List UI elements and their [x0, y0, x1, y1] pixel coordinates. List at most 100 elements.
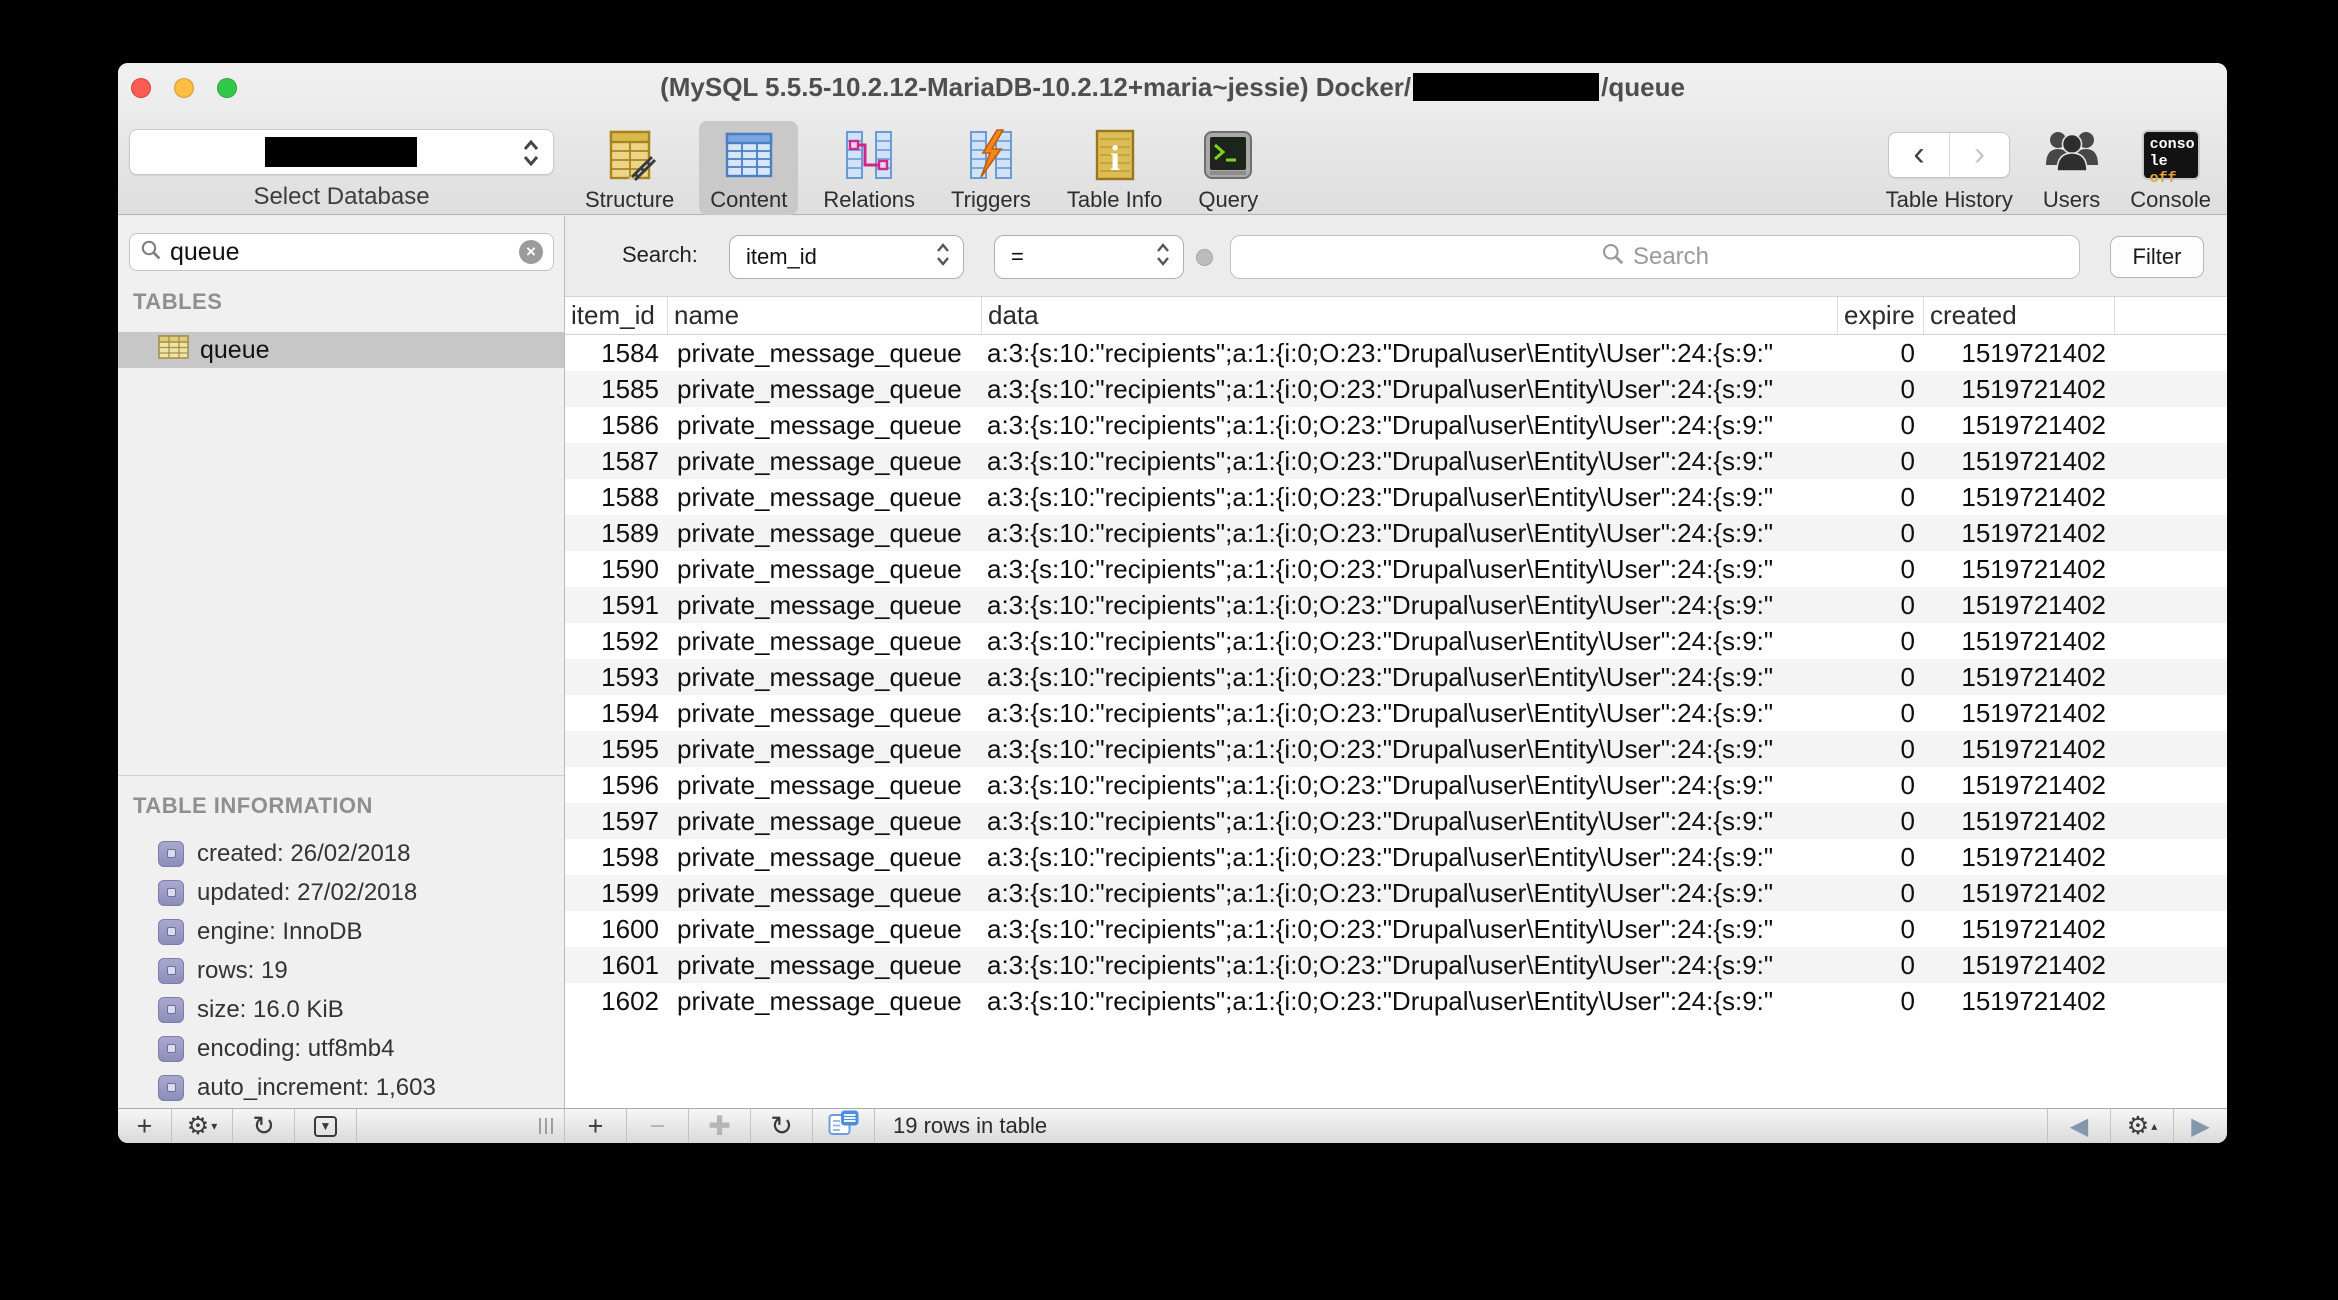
cell-created[interactable]: 1519721402	[1924, 443, 2115, 479]
export-button[interactable]: ▼	[295, 1109, 357, 1143]
cell-created[interactable]: 1519721402	[1924, 587, 2115, 623]
cell-expire[interactable]: 0	[1838, 947, 1924, 983]
cell-created[interactable]: 1519721402	[1924, 911, 2115, 947]
cell-item_id[interactable]: 1589	[565, 515, 668, 551]
cell-expire[interactable]: 0	[1838, 479, 1924, 515]
cell-expire[interactable]: 0	[1838, 587, 1924, 623]
cell-expire[interactable]: 0	[1838, 443, 1924, 479]
cell-name[interactable]: private_message_queue	[668, 551, 982, 587]
refresh-tables-button[interactable]: ↻	[233, 1109, 295, 1143]
table-row[interactable]: 1600private_message_queuea:3:{s:10:"reci…	[565, 911, 2227, 947]
cell-item_id[interactable]: 1600	[565, 911, 668, 947]
cell-item_id[interactable]: 1591	[565, 587, 668, 623]
table-row[interactable]: 1601private_message_queuea:3:{s:10:"reci…	[565, 947, 2227, 983]
filter-operator-select[interactable]: =	[994, 235, 1184, 279]
column-header-expire[interactable]: expire	[1838, 297, 1924, 334]
column-header-item_id[interactable]: item_id	[565, 297, 668, 334]
cell-created[interactable]: 1519721402	[1924, 407, 2115, 443]
cell-data[interactable]: a:3:{s:10:"recipients";a:1:{i:0;O:23:"Dr…	[982, 731, 1838, 767]
cell-item_id[interactable]: 1585	[565, 371, 668, 407]
table-filter-field[interactable]: ×	[129, 233, 554, 271]
cell-name[interactable]: private_message_queue	[668, 875, 982, 911]
cell-expire[interactable]: 0	[1838, 911, 1924, 947]
table-row[interactable]: 1596private_message_queuea:3:{s:10:"reci…	[565, 767, 2227, 803]
toolbar-view-query[interactable]: Query	[1187, 121, 1269, 215]
cell-data[interactable]: a:3:{s:10:"recipients";a:1:{i:0;O:23:"Dr…	[982, 947, 1838, 983]
cell-expire[interactable]: 0	[1838, 983, 1924, 1019]
cell-expire[interactable]: 0	[1838, 767, 1924, 803]
cell-name[interactable]: private_message_queue	[668, 407, 982, 443]
cell-created[interactable]: 1519721402	[1924, 947, 2115, 983]
cell-expire[interactable]: 0	[1838, 803, 1924, 839]
refresh-content-button[interactable]: ↻	[751, 1109, 813, 1143]
table-row[interactable]: 1597private_message_queuea:3:{s:10:"reci…	[565, 803, 2227, 839]
cell-data[interactable]: a:3:{s:10:"recipients";a:1:{i:0;O:23:"Dr…	[982, 911, 1838, 947]
cell-created[interactable]: 1519721402	[1924, 371, 2115, 407]
cell-created[interactable]: 1519721402	[1924, 551, 2115, 587]
table-filter-input[interactable]	[170, 238, 519, 267]
table-row[interactable]: 1584private_message_queuea:3:{s:10:"reci…	[565, 335, 2227, 371]
cell-created[interactable]: 1519721402	[1924, 767, 2115, 803]
cell-name[interactable]: private_message_queue	[668, 371, 982, 407]
history-back-button[interactable]: ‹	[1889, 133, 1950, 177]
table-row[interactable]: 1599private_message_queuea:3:{s:10:"reci…	[565, 875, 2227, 911]
cell-created[interactable]: 1519721402	[1924, 839, 2115, 875]
add-table-button[interactable]: +	[118, 1109, 172, 1143]
cell-item_id[interactable]: 1586	[565, 407, 668, 443]
cell-data[interactable]: a:3:{s:10:"recipients";a:1:{i:0;O:23:"Dr…	[982, 407, 1838, 443]
cell-name[interactable]: private_message_queue	[668, 659, 982, 695]
table-actions-gear-button[interactable]: ⚙▾	[172, 1109, 233, 1143]
toolbar-view-structure[interactable]: Structure	[574, 121, 685, 215]
pagination-gear-button[interactable]: ⚙▴	[2111, 1109, 2174, 1143]
toolbar-view-relations[interactable]: Relations	[812, 121, 926, 215]
clear-search-icon[interactable]: ×	[519, 240, 543, 264]
table-row[interactable]: 1595private_message_queuea:3:{s:10:"reci…	[565, 731, 2227, 767]
table-row[interactable]: 1592private_message_queuea:3:{s:10:"reci…	[565, 623, 2227, 659]
cell-data[interactable]: a:3:{s:10:"recipients";a:1:{i:0;O:23:"Dr…	[982, 587, 1838, 623]
cell-name[interactable]: private_message_queue	[668, 731, 982, 767]
cell-data[interactable]: a:3:{s:10:"recipients";a:1:{i:0;O:23:"Dr…	[982, 875, 1838, 911]
cell-name[interactable]: private_message_queue	[668, 587, 982, 623]
table-row[interactable]: 1598private_message_queuea:3:{s:10:"reci…	[565, 839, 2227, 875]
cell-created[interactable]: 1519721402	[1924, 875, 2115, 911]
cell-item_id[interactable]: 1601	[565, 947, 668, 983]
cell-created[interactable]: 1519721402	[1924, 983, 2115, 1019]
toolbar-view-table-info[interactable]: iTable Info	[1056, 121, 1173, 215]
cell-data[interactable]: a:3:{s:10:"recipients";a:1:{i:0;O:23:"Dr…	[982, 479, 1838, 515]
toolbar-view-triggers[interactable]: Triggers	[940, 121, 1042, 215]
cell-item_id[interactable]: 1592	[565, 623, 668, 659]
cell-name[interactable]: private_message_queue	[668, 479, 982, 515]
cell-item_id[interactable]: 1590	[565, 551, 668, 587]
cell-item_id[interactable]: 1588	[565, 479, 668, 515]
cell-item_id[interactable]: 1587	[565, 443, 668, 479]
cell-data[interactable]: a:3:{s:10:"recipients";a:1:{i:0;O:23:"Dr…	[982, 659, 1838, 695]
console-button[interactable]: conso le off	[2142, 121, 2200, 188]
cell-expire[interactable]: 0	[1838, 515, 1924, 551]
table-row[interactable]: 1602private_message_queuea:3:{s:10:"reci…	[565, 983, 2227, 1019]
previous-page-button[interactable]: ◀	[2048, 1109, 2111, 1143]
cell-created[interactable]: 1519721402	[1924, 659, 2115, 695]
table-row[interactable]: 1587private_message_queuea:3:{s:10:"reci…	[565, 443, 2227, 479]
cell-name[interactable]: private_message_queue	[668, 695, 982, 731]
table-row[interactable]: 1591private_message_queuea:3:{s:10:"reci…	[565, 587, 2227, 623]
cell-data[interactable]: a:3:{s:10:"recipients";a:1:{i:0;O:23:"Dr…	[982, 551, 1838, 587]
add-row-button[interactable]: +	[565, 1109, 627, 1143]
resize-grip-handle[interactable]	[539, 1109, 553, 1143]
cell-name[interactable]: private_message_queue	[668, 839, 982, 875]
cell-expire[interactable]: 0	[1838, 659, 1924, 695]
table-row[interactable]: 1588private_message_queuea:3:{s:10:"reci…	[565, 479, 2227, 515]
cell-data[interactable]: a:3:{s:10:"recipients";a:1:{i:0;O:23:"Dr…	[982, 839, 1838, 875]
cell-data[interactable]: a:3:{s:10:"recipients";a:1:{i:0;O:23:"Dr…	[982, 983, 1838, 1019]
cell-data[interactable]: a:3:{s:10:"recipients";a:1:{i:0;O:23:"Dr…	[982, 335, 1838, 371]
cell-name[interactable]: private_message_queue	[668, 623, 982, 659]
cell-expire[interactable]: 0	[1838, 731, 1924, 767]
cell-data[interactable]: a:3:{s:10:"recipients";a:1:{i:0;O:23:"Dr…	[982, 623, 1838, 659]
cell-created[interactable]: 1519721402	[1924, 695, 2115, 731]
filter-button[interactable]: Filter	[2110, 236, 2204, 278]
cell-expire[interactable]: 0	[1838, 695, 1924, 731]
table-row[interactable]: 1593private_message_queuea:3:{s:10:"reci…	[565, 659, 2227, 695]
cell-created[interactable]: 1519721402	[1924, 623, 2115, 659]
cell-data[interactable]: a:3:{s:10:"recipients";a:1:{i:0;O:23:"Dr…	[982, 803, 1838, 839]
filter-column-select[interactable]: item_id	[729, 235, 964, 279]
cell-name[interactable]: private_message_queue	[668, 911, 982, 947]
